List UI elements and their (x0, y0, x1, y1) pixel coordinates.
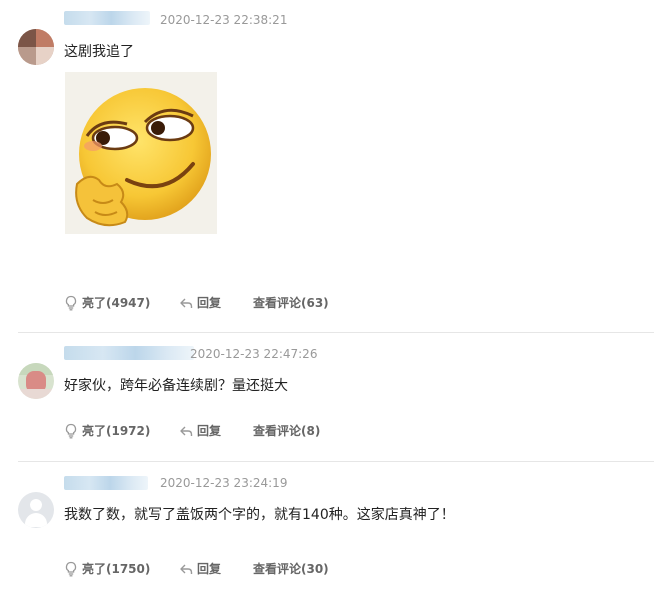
reply-arrow-icon (180, 298, 193, 308)
reply-label: 回复 (197, 296, 222, 310)
view-replies-link[interactable]: 查看评论(8) (253, 422, 320, 439)
like-label: 亮了(1972) (82, 424, 151, 438)
comment-text: 这剧我追了 (64, 44, 134, 60)
comment-text: 我数了数，就写了盖饭两个字的，就有140种。这家店真神了！ (64, 507, 455, 523)
comment-item: 2020-12-23 22:47:26 好家伙，跨年必备连续剧？量还挺大 亮了(… (0, 334, 654, 460)
reply-button[interactable]: 回复 (179, 422, 221, 439)
comment-text: 好家伙，跨年必备连续剧？量还挺大 (64, 378, 288, 394)
view-replies-label: 查看评论(30) (253, 562, 329, 576)
reply-button[interactable]: 回复 (179, 560, 221, 577)
reply-button[interactable]: 回复 (179, 294, 221, 311)
divider (18, 461, 654, 462)
avatar[interactable] (18, 363, 54, 399)
view-replies-link[interactable]: 查看评论(30) (253, 560, 329, 577)
like-button[interactable]: 亮了(1750) (64, 560, 150, 577)
username-blurred[interactable] (64, 476, 148, 490)
view-replies-label: 查看评论(63) (253, 296, 329, 310)
username-blurred[interactable] (64, 346, 194, 360)
username-blurred[interactable] (64, 11, 150, 25)
comment-image[interactable] (65, 72, 217, 234)
view-replies-link[interactable]: 查看评论(63) (253, 294, 329, 311)
lightbulb-icon (65, 423, 77, 438)
divider (18, 332, 654, 333)
comment-timestamp: 2020-12-23 23:24:19 (160, 476, 288, 490)
side-eye-smirk-emoji-icon (75, 88, 211, 227)
comment-item: 2020-12-23 22:38:21 这剧我追了 亮了(4947) 回复 查看… (0, 0, 654, 330)
reply-arrow-icon (180, 564, 193, 574)
like-label: 亮了(1750) (82, 562, 151, 576)
lightbulb-icon (65, 561, 77, 576)
view-replies-label: 查看评论(8) (253, 424, 321, 438)
reply-label: 回复 (197, 562, 222, 576)
like-button[interactable]: 亮了(4947) (64, 294, 150, 311)
avatar[interactable] (18, 492, 54, 528)
comment-item: 2020-12-23 23:24:19 我数了数，就写了盖饭两个字的，就有140… (0, 463, 654, 589)
like-label: 亮了(4947) (82, 296, 151, 310)
avatar[interactable] (18, 29, 54, 65)
comment-timestamp: 2020-12-23 22:38:21 (160, 13, 288, 27)
reply-arrow-icon (180, 426, 193, 436)
reply-label: 回复 (197, 424, 222, 438)
comment-timestamp: 2020-12-23 22:47:26 (190, 347, 318, 361)
like-button[interactable]: 亮了(1972) (64, 422, 150, 439)
lightbulb-icon (65, 295, 77, 310)
